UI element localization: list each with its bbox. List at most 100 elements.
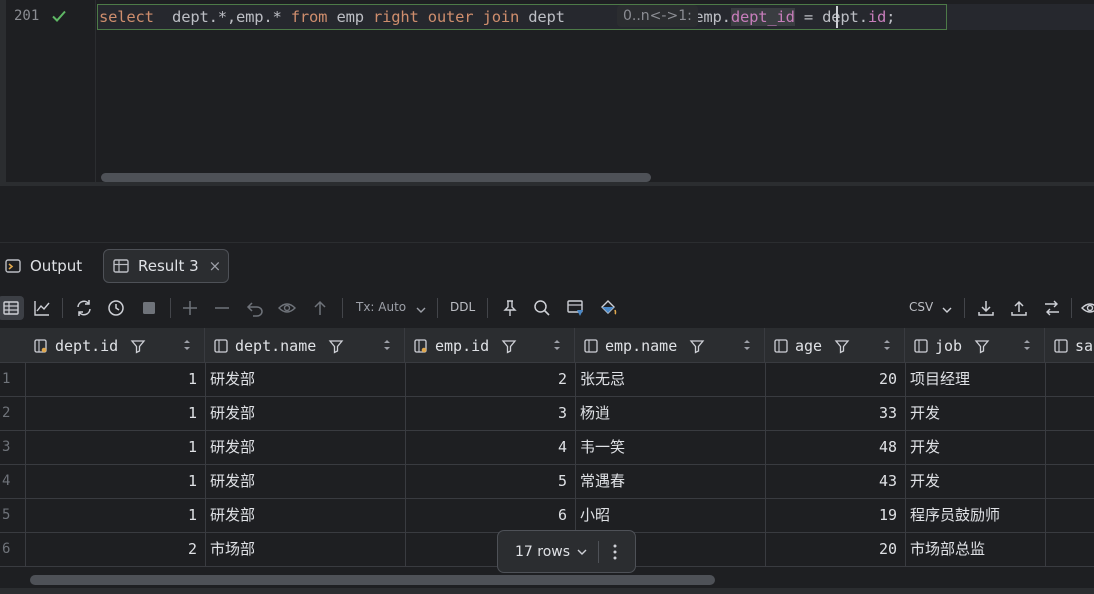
cell-emp-name[interactable]: 张无忌 [575, 363, 765, 396]
cell-dept-id[interactable]: 1 [25, 363, 205, 396]
tx-mode-dropdown[interactable]: Tx: Auto [356, 300, 406, 314]
cell-dept-id[interactable]: 1 [25, 499, 205, 532]
view-changes-button[interactable] [275, 296, 299, 320]
grid-horizontal-scrollbar[interactable] [30, 575, 715, 585]
cell-job[interactable]: 项目经理 [905, 363, 1045, 396]
sort-icon[interactable] [1022, 338, 1032, 352]
cell-emp-id[interactable]: 2 [405, 363, 575, 396]
sort-icon[interactable] [382, 338, 392, 352]
column-header[interactable]: emp.id [405, 328, 575, 363]
upload-button[interactable] [1007, 296, 1031, 320]
view-options-button[interactable] [1078, 296, 1094, 320]
cell-emp-name[interactable]: 韦一笑 [575, 431, 765, 464]
editor-horizontal-scrollbar[interactable] [101, 173, 651, 182]
column-header[interactable]: dept.name [205, 328, 405, 363]
cell-dept-name[interactable]: 研发部 [205, 397, 405, 430]
cell-overflow[interactable] [1045, 499, 1094, 532]
cell-dept-name[interactable]: 研发部 [205, 499, 405, 532]
cell-emp-id[interactable]: 3 [405, 397, 575, 430]
filter-icon[interactable] [130, 338, 146, 354]
table-view-button[interactable] [0, 296, 24, 320]
cell-overflow[interactable] [1045, 363, 1094, 396]
search-button[interactable] [530, 296, 554, 320]
more-vertical-icon[interactable] [613, 544, 617, 560]
table-row[interactable]: 3 1 研发部 4 韦一笑 48 开发 [0, 431, 1094, 465]
cell-emp-name[interactable]: 小昭 [575, 499, 765, 532]
clock-icon [108, 300, 124, 316]
cell-dept-id[interactable]: 1 [25, 465, 205, 498]
cell-overflow[interactable] [1045, 431, 1094, 464]
cell-emp-id[interactable]: 4 [405, 431, 575, 464]
column-icon [914, 338, 928, 353]
paint-button[interactable] [596, 296, 620, 320]
revert-button[interactable] [243, 296, 267, 320]
filter-icon[interactable] [974, 338, 990, 354]
cell-age[interactable]: 20 [765, 363, 905, 396]
cell-job[interactable]: 开发 [905, 465, 1045, 498]
cell-emp-id[interactable]: 6 [405, 499, 575, 532]
column-header[interactable]: emp.name [575, 328, 765, 363]
pin-button[interactable] [498, 296, 522, 320]
sort-icon[interactable] [552, 338, 562, 352]
row-count-dropdown[interactable]: 17 rows [515, 544, 570, 560]
table-row[interactable]: 5 1 研发部 6 小昭 19 程序员鼓励师 [0, 499, 1094, 533]
filter-icon[interactable] [834, 338, 850, 354]
cell-dept-name[interactable]: 市场部 [205, 533, 405, 566]
export-format-dropdown[interactable]: CSV [909, 300, 933, 314]
cell-emp-name[interactable]: 杨逍 [575, 397, 765, 430]
cell-dept-name[interactable]: 研发部 [205, 431, 405, 464]
download-button[interactable] [974, 296, 998, 320]
ddl-button[interactable]: DDL [450, 300, 475, 314]
cell-age[interactable]: 33 [765, 397, 905, 430]
column-header[interactable]: dept.id [25, 328, 205, 363]
submit-button[interactable] [308, 296, 332, 320]
cell-dept-id[interactable]: 2 [25, 533, 205, 566]
relation-inlay-hint[interactable]: 0..n<->1: [617, 5, 698, 27]
sort-icon[interactable] [182, 338, 192, 352]
cell-overflow[interactable] [1045, 533, 1094, 566]
cell-dept-name[interactable]: 研发部 [205, 363, 405, 396]
table-row[interactable]: 1 1 研发部 2 张无忌 20 项目经理 [0, 363, 1094, 397]
stop-button[interactable] [137, 296, 161, 320]
tab-output[interactable]: Output [4, 249, 82, 283]
cell-dept-id[interactable]: 1 [25, 397, 205, 430]
column-header[interactable]: sa [1045, 328, 1094, 363]
cell-age[interactable]: 43 [765, 465, 905, 498]
close-icon[interactable]: × [209, 257, 222, 275]
line-number: 201 [14, 8, 40, 24]
cell-age[interactable]: 19 [765, 499, 905, 532]
delete-row-button[interactable] [210, 296, 234, 320]
cell-emp-id[interactable]: 5 [405, 465, 575, 498]
history-button[interactable] [104, 296, 128, 320]
tab-result-3[interactable]: Result 3 × [103, 249, 229, 283]
cell-job[interactable]: 开发 [905, 431, 1045, 464]
filter-icon[interactable] [501, 338, 517, 354]
sql-editor[interactable]: 201 select dept.*,emp.* from emp right o… [0, 0, 1094, 186]
compare-button[interactable] [1040, 296, 1064, 320]
column-header[interactable]: job [905, 328, 1045, 363]
cell-age[interactable]: 48 [765, 431, 905, 464]
cell-job[interactable]: 开发 [905, 397, 1045, 430]
filter-icon[interactable] [328, 338, 344, 354]
chart-view-button[interactable] [30, 296, 54, 320]
refresh-button[interactable] [72, 296, 96, 320]
view-query-button[interactable] [564, 296, 588, 320]
column-header[interactable]: age [765, 328, 905, 363]
cell-job[interactable]: 市场部总监 [905, 533, 1045, 566]
filter-icon[interactable] [689, 338, 705, 354]
cell-overflow[interactable] [1045, 465, 1094, 498]
key-column-icon [414, 338, 427, 353]
cell-overflow[interactable] [1045, 397, 1094, 430]
cell-dept-id[interactable]: 1 [25, 431, 205, 464]
cell-age[interactable]: 20 [765, 533, 905, 566]
sort-icon[interactable] [742, 338, 752, 352]
sql-statement[interactable]: select dept.*,emp.* from emp right outer… [99, 8, 895, 26]
table-row[interactable]: 2 1 研发部 3 杨逍 33 开发 [0, 397, 1094, 431]
cell-job[interactable]: 程序员鼓励师 [905, 499, 1045, 532]
cell-dept-name[interactable]: 研发部 [205, 465, 405, 498]
cell-emp-name[interactable]: 常遇春 [575, 465, 765, 498]
sort-icon[interactable] [882, 338, 892, 352]
table-row[interactable]: 4 1 研发部 5 常遇春 43 开发 [0, 465, 1094, 499]
add-row-button[interactable] [178, 296, 202, 320]
row-number: 3 [2, 439, 11, 455]
